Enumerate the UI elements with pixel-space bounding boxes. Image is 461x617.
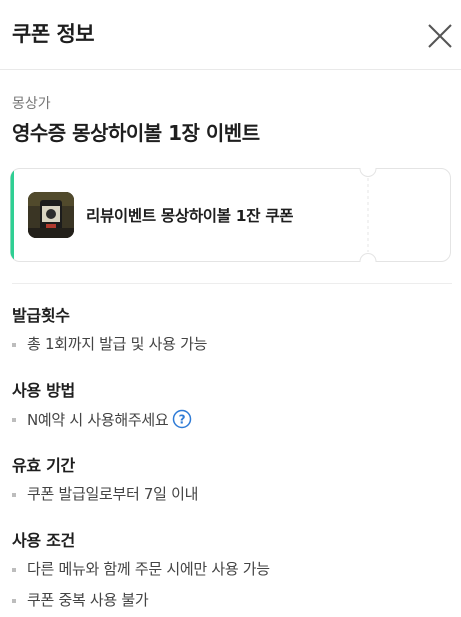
list-item: 쿠폰 중복 사용 불가 (12, 590, 270, 610)
svg-text:?: ? (179, 413, 186, 427)
item-text: 총 1회까지 발급 및 사용 가능 (27, 335, 208, 353)
close-icon (428, 24, 452, 48)
bullet (12, 493, 16, 497)
list-item: 총 1회까지 발급 및 사용 가능 (12, 334, 207, 354)
validity-period-section: 유효 기간 쿠폰 발급일로부터 7일 이내 (12, 452, 198, 504)
list-item: N예약 시 사용해주세요? (12, 409, 192, 430)
list-item: 다른 메뉴와 함께 주문 시에만 사용 가능 (12, 559, 270, 579)
page-title: 쿠폰 정보 (12, 22, 95, 46)
question-circle-icon[interactable]: ? (172, 409, 192, 429)
item-text: 쿠폰 발급일로부터 7일 이내 (27, 485, 199, 503)
item-text: 쿠폰 중복 사용 불가 (27, 591, 149, 609)
issue-limit-section: 발급횟수 총 1회까지 발급 및 사용 가능 (12, 302, 207, 354)
usage-method-section: 사용 방법 N예약 시 사용해주세요? (12, 377, 192, 430)
section-title: 발급횟수 (12, 306, 70, 325)
usage-conditions-section: 사용 조건 다른 메뉴와 함께 주문 시에만 사용 가능 쿠폰 중복 사용 불가 (12, 527, 270, 610)
section-title: 사용 방법 (12, 381, 75, 400)
item-text: N예약 시 사용해주세요 (27, 411, 169, 429)
bullet (12, 343, 16, 347)
store-name: 몽상가 (12, 96, 51, 112)
item-text: 다른 메뉴와 함께 주문 시에만 사용 가능 (27, 560, 270, 578)
coupon-card: 리뷰이벤트 몽상하이볼 1잔 쿠폰 (10, 168, 451, 262)
section-divider (12, 283, 452, 284)
bullet (12, 568, 16, 572)
bullet (12, 418, 16, 422)
section-title: 유효 기간 (12, 456, 75, 475)
bullet (12, 599, 16, 603)
section-title: 사용 조건 (12, 531, 75, 550)
modal-header: 쿠폰 정보 (0, 0, 461, 70)
event-title: 영수증 몽상하이볼 1장 이벤트 (12, 121, 260, 145)
list-item: 쿠폰 발급일로부터 7일 이내 (12, 484, 198, 504)
close-button[interactable] (425, 21, 455, 51)
coupon-name: 리뷰이벤트 몽상하이볼 1잔 쿠폰 (86, 207, 294, 225)
drink-thumbnail (28, 192, 74, 238)
coupon-thumbnail (28, 192, 74, 238)
